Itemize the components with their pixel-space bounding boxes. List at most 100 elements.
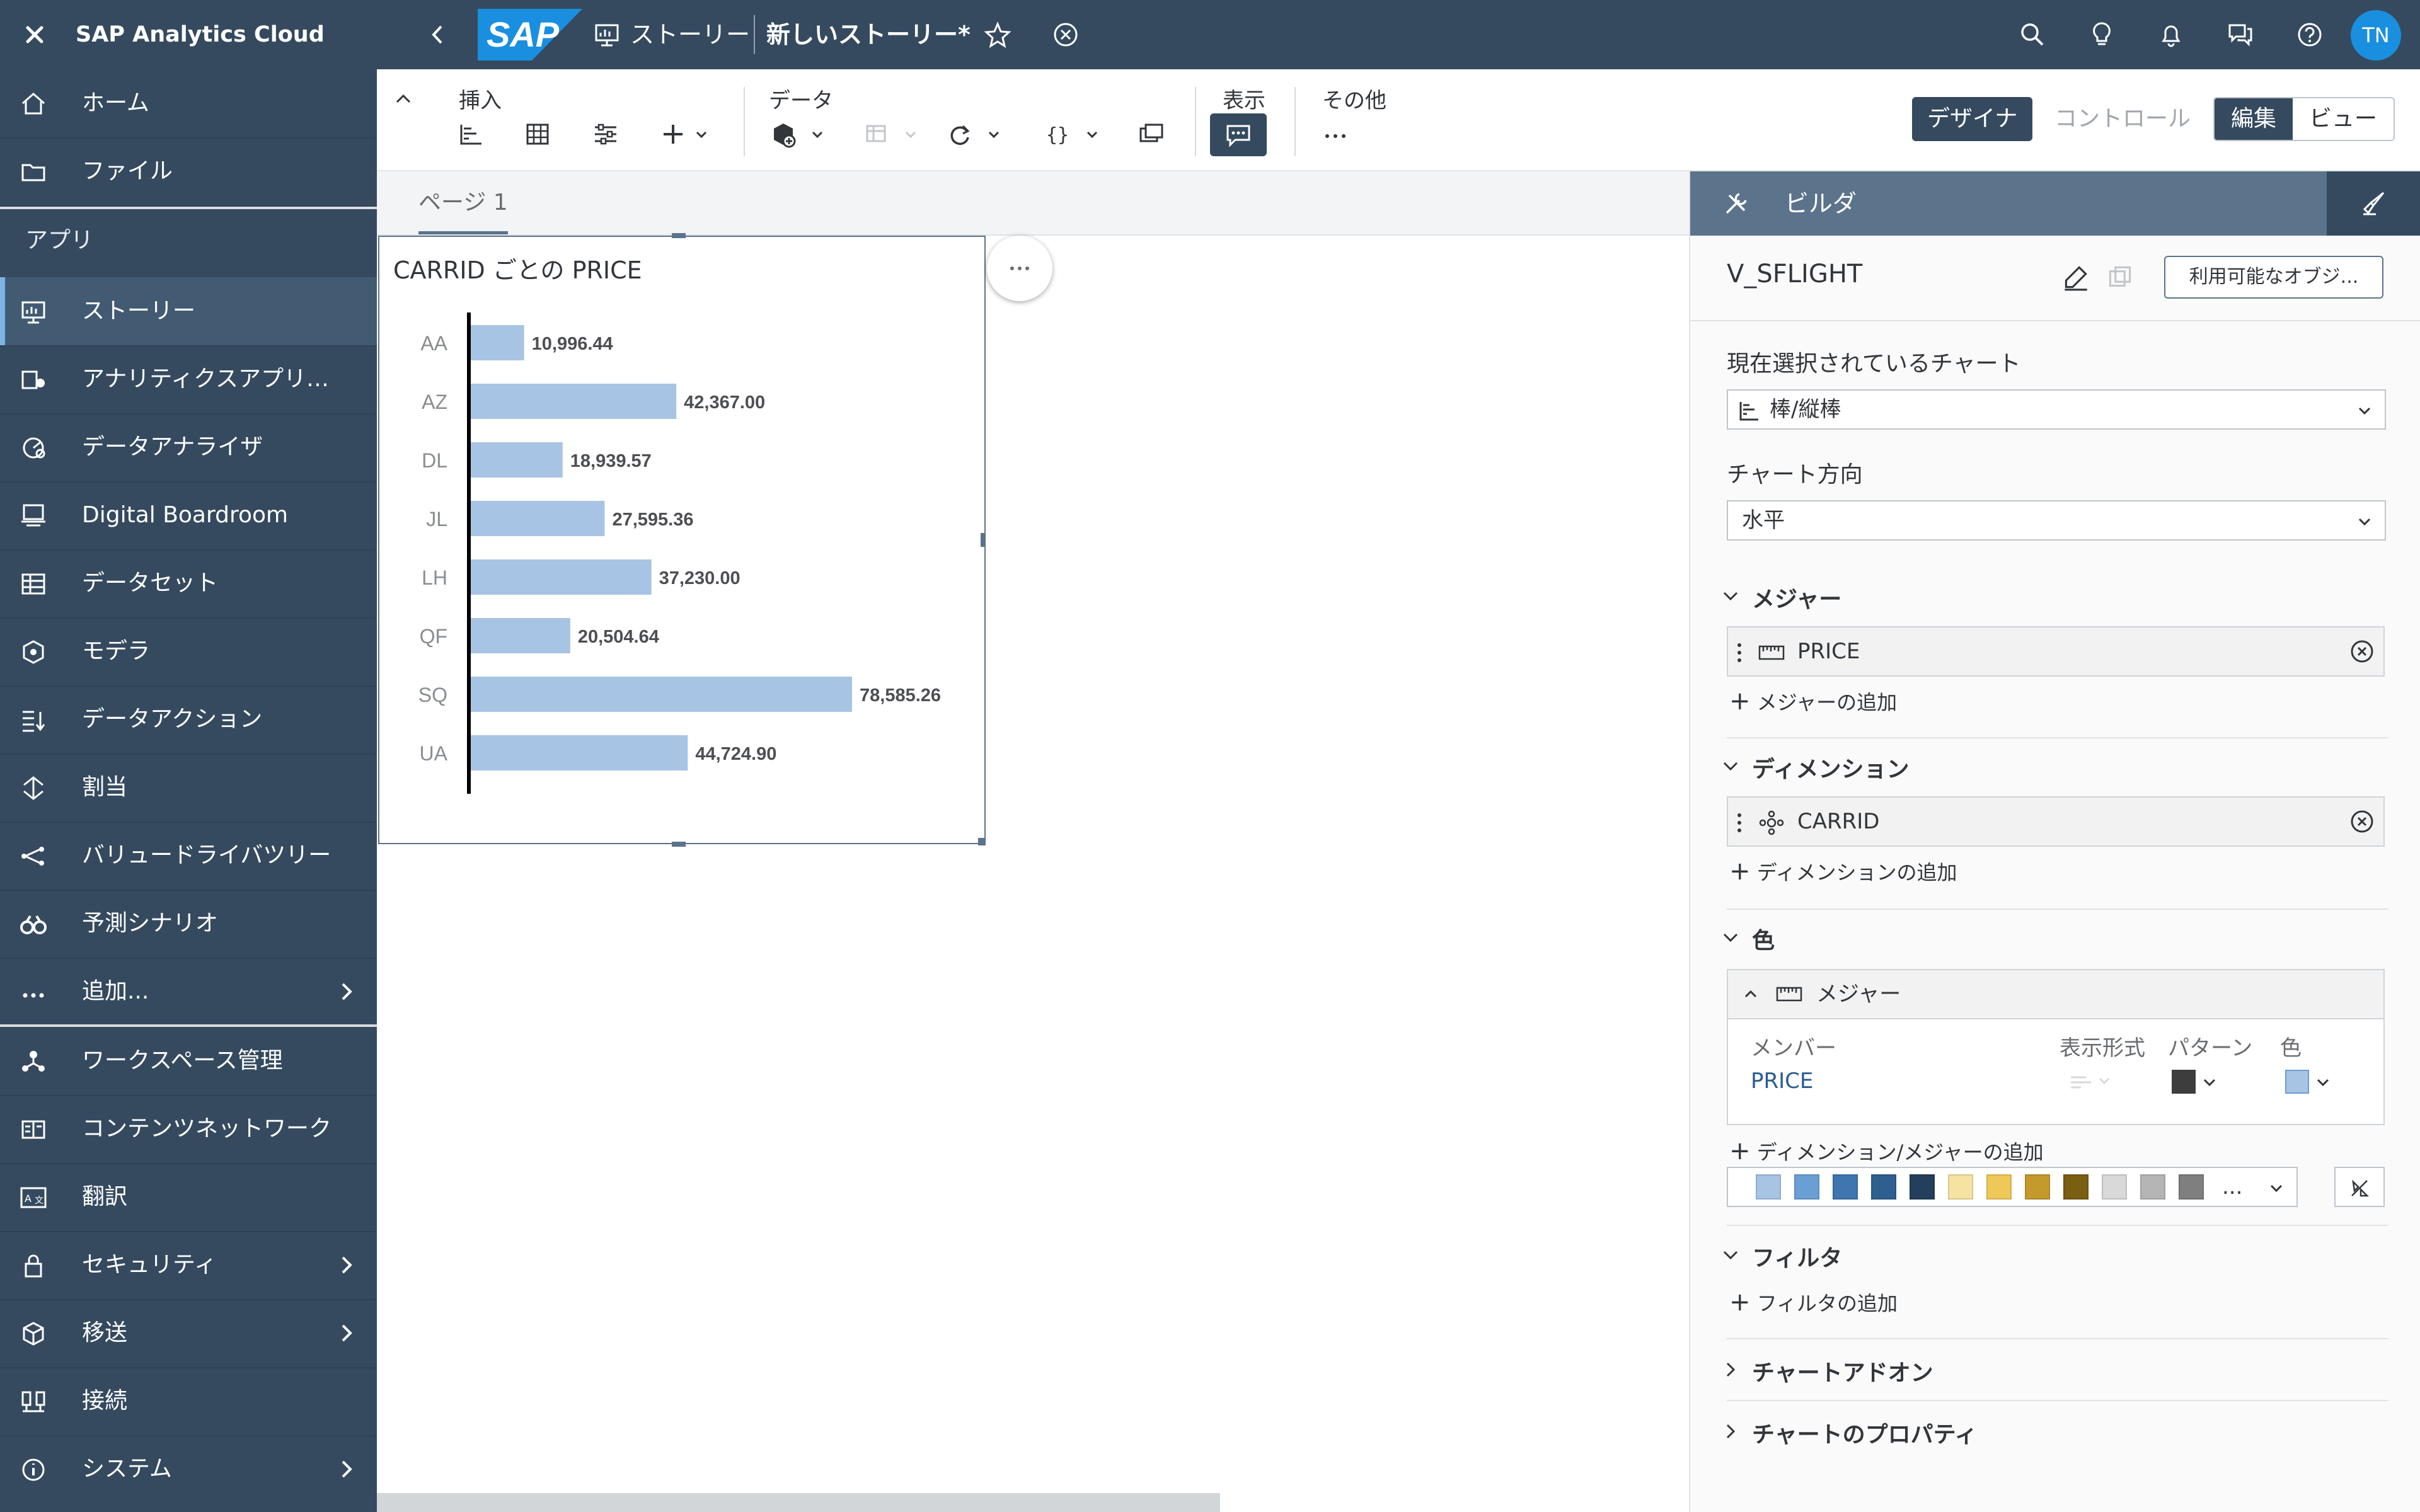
drag-handle-icon[interactable]: [1734, 810, 1744, 835]
chevron-right-icon[interactable]: [1719, 1420, 1742, 1443]
sidebar-item-translation[interactable]: A文 翻訳: [0, 1163, 377, 1232]
sidebar-item-modeler[interactable]: モデラ: [0, 617, 377, 687]
sidebar-item-more[interactable]: 追加...: [0, 958, 377, 1027]
sidebar-item-data-analyzer[interactable]: データアナライザ: [0, 413, 377, 483]
color-select[interactable]: [2285, 1070, 2336, 1095]
bar-jl[interactable]: [471, 501, 605, 536]
color-measure-header[interactable]: メジャー: [1728, 970, 2383, 1019]
sidebar-item-content-network[interactable]: コンテンツネットワーク: [0, 1095, 377, 1164]
format-select-icon: [2071, 1076, 2110, 1089]
sidebar-item-analytic-apps[interactable]: アナリティクスアプリケ...: [0, 345, 377, 415]
dimensions-section-title[interactable]: ディメンション: [1752, 751, 1909, 784]
sidebar-item-transport[interactable]: 移送: [0, 1299, 377, 1368]
sidebar-item-connections[interactable]: 接続: [0, 1367, 377, 1436]
collapse-toolbar-icon[interactable]: [391, 86, 416, 111]
resize-handle-top[interactable]: [672, 233, 686, 238]
insert-more-icon[interactable]: [659, 118, 712, 150]
sidebar-item-digital-boardroom[interactable]: Digital Boardroom: [0, 481, 377, 551]
bar-lh[interactable]: [471, 559, 652, 595]
chat-icon[interactable]: [2225, 19, 2256, 50]
pattern-select[interactable]: [2172, 1070, 2222, 1095]
chevron-right-icon[interactable]: [1719, 1358, 1742, 1381]
bell-icon[interactable]: [2155, 19, 2187, 50]
chart-addons-section-title[interactable]: チャートアドオン: [1752, 1354, 1933, 1387]
add-dimension-measure-link[interactable]: + ディメンション/メジャーの追加: [1729, 1137, 2044, 1166]
color-section-title[interactable]: 色: [1752, 922, 1775, 955]
chevron-down-icon[interactable]: [1719, 926, 1742, 949]
add-filter-link[interactable]: + フィルタの追加: [1729, 1288, 1898, 1317]
copy-icon[interactable]: [1136, 118, 1167, 150]
sap-logo[interactable]: SAP: [478, 9, 582, 60]
back-icon[interactable]: [422, 19, 454, 50]
insert-input-control-icon[interactable]: [590, 118, 621, 150]
sidebar-item-data-actions[interactable]: データアクション: [0, 685, 377, 755]
palette-settings-button[interactable]: [2334, 1167, 2385, 1207]
close-circle-icon[interactable]: [1050, 19, 1081, 50]
lightbulb-icon[interactable]: [2086, 19, 2118, 50]
sidebar-item-value-driver-tree[interactable]: バリュードライバツリー: [0, 822, 377, 891]
resize-handle-right[interactable]: [981, 533, 986, 547]
sidebar-item-home[interactable]: ホーム: [0, 69, 377, 139]
avatar[interactable]: TN: [2351, 10, 2401, 60]
help-icon[interactable]: [2294, 19, 2325, 50]
sidebar-item-workspace-admin[interactable]: ワークスペース管理: [0, 1027, 377, 1096]
horizontal-scrollbar[interactable]: [377, 1493, 1220, 1512]
comment-toggle-button[interactable]: [1210, 113, 1267, 156]
styling-tab[interactable]: [2327, 171, 2420, 236]
star-icon[interactable]: [982, 19, 1013, 50]
current-chart-label: 現在選択されているチャート: [1727, 351, 2021, 377]
close-icon[interactable]: [19, 19, 50, 50]
more-icon: [23, 993, 44, 998]
sidebar-item-allocation[interactable]: 割当: [0, 753, 377, 823]
resize-handle-bottom[interactable]: [672, 842, 686, 847]
dimension-item-carrid[interactable]: CARRID: [1727, 796, 2385, 847]
edit-mode-button[interactable]: 編集: [2215, 98, 2293, 140]
bar-az[interactable]: [471, 384, 677, 419]
bar-sq[interactable]: [471, 677, 852, 712]
filters-section-title[interactable]: フィルタ: [1752, 1240, 1842, 1273]
chart-properties-section-title[interactable]: チャートのプロパティ: [1752, 1416, 1977, 1449]
add-data-icon[interactable]: [768, 118, 831, 150]
resize-handle-corner[interactable]: [978, 838, 986, 845]
formula-icon[interactable]: {}: [1042, 118, 1105, 150]
edit-model-icon[interactable]: [2060, 261, 2092, 294]
drag-handle-icon[interactable]: [1734, 640, 1744, 665]
sidebar-item-stories[interactable]: ストーリー: [0, 277, 377, 346]
document-title[interactable]: 新しいストーリー*: [766, 0, 971, 69]
bar-dl[interactable]: [471, 442, 563, 478]
available-objects-button[interactable]: 利用可能なオブジ...: [2164, 256, 2383, 299]
chevron-down-icon[interactable]: [1719, 585, 1742, 607]
measure-item-price[interactable]: PRICE: [1727, 626, 2385, 677]
sidebar-item-system[interactable]: システム: [0, 1435, 377, 1503]
tab-page-1[interactable]: ページ 1: [418, 171, 508, 234]
chevron-down-icon[interactable]: [1719, 1244, 1742, 1266]
add-measure-link[interactable]: + メジャーの追加: [1729, 687, 1897, 716]
chart-type-select[interactable]: 棒/縦棒: [1727, 389, 2386, 430]
measures-section-title[interactable]: メジャー: [1752, 581, 1841, 614]
more-options-icon[interactable]: [1320, 118, 1351, 150]
chart-widget[interactable]: CARRID ごとの PRICE AA 10,996.44 AZ 42,367.00 D…: [378, 236, 986, 844]
bar-ua[interactable]: [471, 735, 688, 770]
sidebar-item-datasets[interactable]: データセット: [0, 549, 377, 619]
story-label[interactable]: ストーリー: [630, 0, 750, 69]
insert-table-icon[interactable]: [522, 118, 553, 150]
sidebar-item-predictive-scenarios[interactable]: 予測シナリオ: [0, 890, 377, 959]
bar-aa[interactable]: [471, 325, 524, 360]
remove-icon[interactable]: [2349, 809, 2375, 834]
designer-button[interactable]: デザイナ: [1912, 97, 2033, 141]
sidebar-item-security[interactable]: セキュリティ: [0, 1231, 377, 1300]
data-label: 18,939.57: [570, 451, 652, 471]
chevron-down-icon[interactable]: [1719, 755, 1742, 777]
insert-chart-icon[interactable]: [455, 118, 487, 150]
bar-qf[interactable]: [471, 618, 570, 653]
view-mode-button[interactable]: ビュー: [2293, 98, 2394, 140]
add-dimension-link[interactable]: + ディメンションの追加: [1729, 857, 1957, 886]
category-label: LH: [422, 566, 447, 589]
sidebar-item-files[interactable]: ファイル: [0, 137, 377, 207]
remove-icon[interactable]: [2349, 639, 2375, 664]
search-icon[interactable]: [2017, 19, 2048, 50]
copy-icon: [2109, 266, 2131, 287]
chart-more-actions-button[interactable]: [987, 236, 1052, 301]
orientation-select[interactable]: 水平: [1727, 500, 2386, 541]
refresh-icon[interactable]: [944, 118, 1007, 150]
